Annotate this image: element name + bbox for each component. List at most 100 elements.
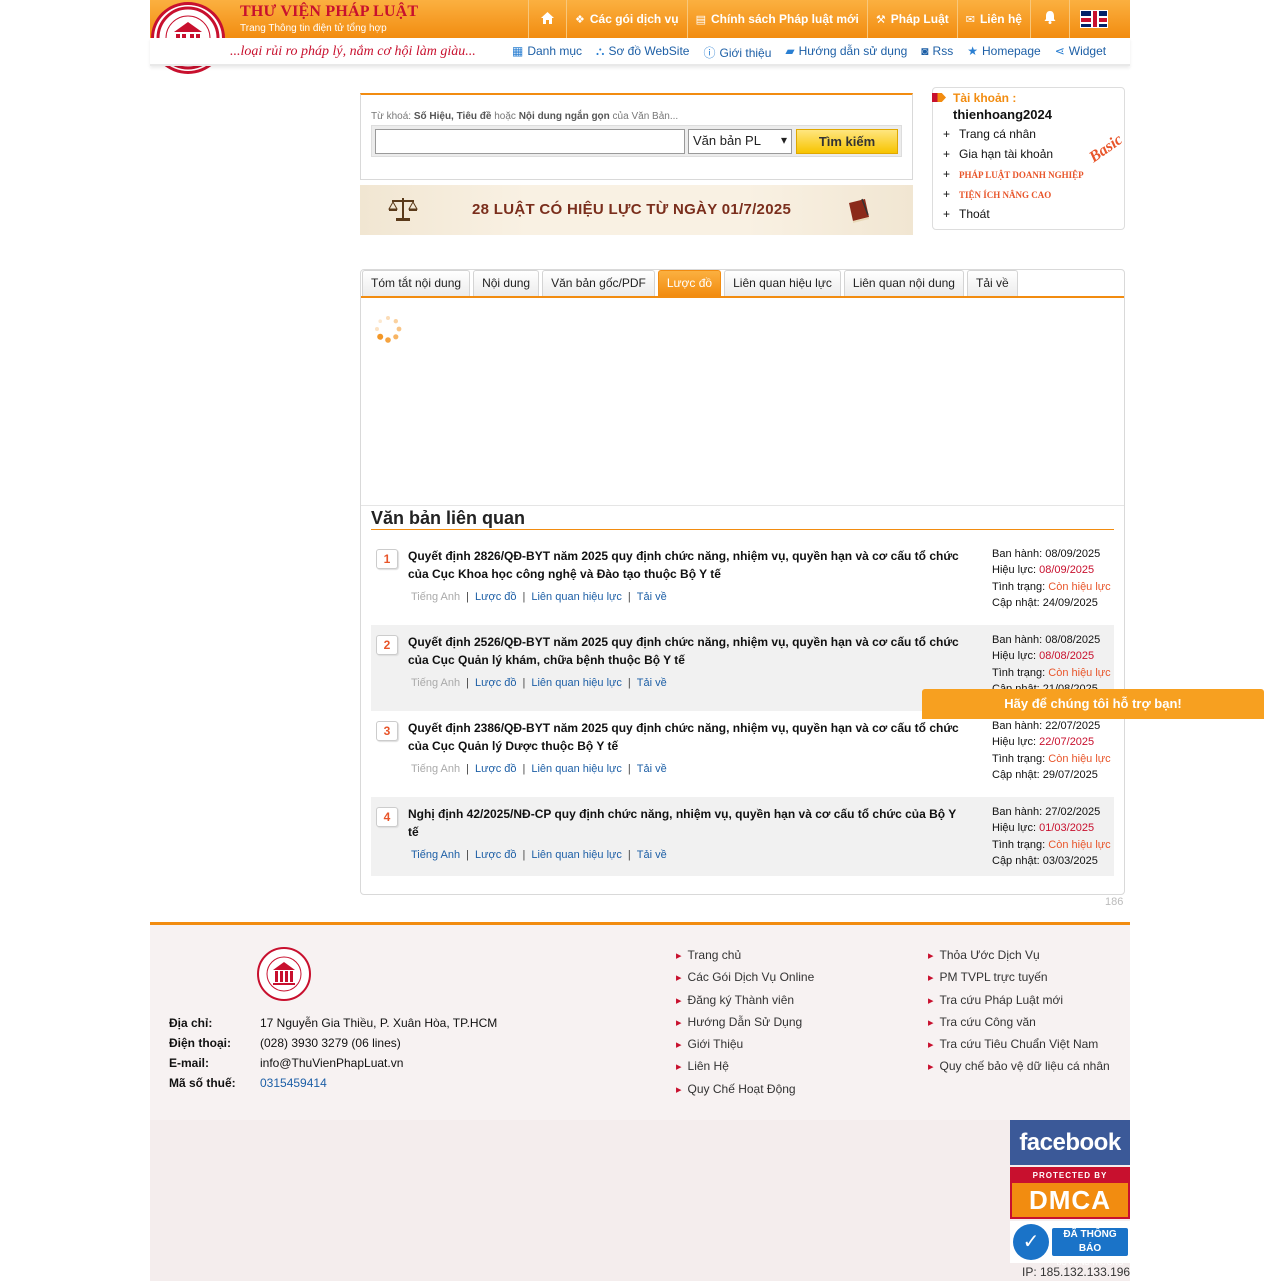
main-menu: ❖ Các gói dịch vụ ▤ Chính sách Pháp luật… [528, 0, 1118, 38]
related-doc-meta: Ban hành: 08/09/2025 Hiệu lực: 08/09/202… [992, 548, 1111, 609]
account-box: Tài khoản : thienhoang2024 Basic + Trang … [932, 87, 1126, 230]
sublink-sitemap[interactable]: ⛬ Sơ đồ WebSite [596, 44, 689, 61]
menu-home[interactable] [528, 0, 566, 38]
footer-link[interactable]: Giới Thiệu [676, 1033, 814, 1055]
list-icon: ▦ [512, 44, 524, 58]
account-username[interactable]: thienhoang2024 [953, 107, 1052, 122]
link-diagram[interactable]: Lược đồ [475, 763, 517, 775]
footer-link[interactable]: Trang chủ [676, 944, 814, 966]
tab-content[interactable]: Nội dung [473, 270, 540, 296]
account-item-advanced-tools[interactable]: + TIỆN ÍCH NÂNG CAO [943, 184, 1084, 204]
menu-law[interactable]: ⚒ Pháp Luật [866, 0, 957, 38]
menu-label: Liên hệ [979, 12, 1022, 26]
link-related-validity[interactable]: Liên quan hiệu lực [531, 763, 622, 775]
visit-counter: 186 [1105, 896, 1124, 908]
footer-link[interactable]: Tra cứu Pháp Luật mới [928, 989, 1110, 1011]
tab-related-validity[interactable]: Liên quan hiệu lực [724, 270, 841, 296]
bct-text: ĐÃ THÔNG BÁO BỘ CÔNG THƯƠNG [1052, 1228, 1128, 1267]
related-doc-meta: Ban hành: 27/02/2025 Hiệu lực: 01/03/202… [992, 806, 1111, 867]
facebook-badge[interactable]: facebook [1010, 1120, 1130, 1165]
link-diagram[interactable]: Lược đồ [475, 591, 517, 603]
link-download[interactable]: Tải về [637, 677, 667, 689]
item-number: 4 [376, 807, 398, 827]
account-item-logout[interactable]: + Thoát [943, 204, 1084, 224]
menu-contact[interactable]: ✉ Liên hệ [956, 0, 1030, 38]
tab-original-pdf[interactable]: Văn bản gốc/PDF [542, 270, 655, 296]
menu-new-policies[interactable]: ▤ Chính sách Pháp luật mới [686, 0, 867, 38]
footer-tax-code: Mã số thuế: 0315459414 [169, 1076, 327, 1090]
footer-link[interactable]: Quy chế bảo vệ dữ liệu cá nhân [928, 1055, 1110, 1077]
account-menu: + Trang cá nhân + Gia hạn tài khoản + PHÁP … [943, 124, 1084, 224]
link-diagram[interactable]: Lược đồ [475, 677, 517, 689]
link-download[interactable]: Tải về [637, 849, 667, 861]
banner-text: 28 LUẬT CÓ HIỆU LỰC TỪ NGÀY 01/7/2025 [472, 201, 792, 218]
list-item: 3 Quyết định 2386/QĐ-BYT năm 2025 quy đị… [371, 711, 1114, 797]
footer-phone: Điện thoại: (028) 3930 3279 (06 lines) [169, 1036, 401, 1050]
footer-link[interactable]: Hướng Dẫn Sử Dụng [676, 1011, 814, 1033]
footer-links-col2: Thỏa Ước Dịch Vụ PM TVPL trực tuyến Tra … [928, 944, 1110, 1078]
sub-links: ▦ Danh mục ⛬ Sơ đồ WebSite ⓘ Giới thiệu ▰ Hư… [512, 44, 1106, 61]
footer-link[interactable]: Tra cứu Công văn [928, 1011, 1110, 1033]
account-item-renew[interactable]: + Gia hạn tài khoản [943, 144, 1084, 164]
related-doc-meta: Ban hành: 08/08/2025 Hiệu lực: 08/08/202… [992, 634, 1111, 695]
brand-subtitle: Trang Thông tin điện tử tổng hợp [240, 23, 387, 34]
link-english[interactable]: Tiếng Anh [411, 849, 460, 861]
tab-summary[interactable]: Tóm tắt nội dung [362, 270, 471, 296]
link-diagram[interactable]: Lược đồ [475, 849, 517, 861]
account-item-profile[interactable]: + Trang cá nhân [943, 124, 1084, 144]
sublink-homepage[interactable]: ★ Homepage [967, 44, 1040, 61]
related-doc-title[interactable]: Nghị định 42/2025/NĐ-CP quy định chức nă… [408, 805, 968, 841]
link-english: Tiếng Anh [411, 677, 461, 689]
search-box: Từ khoá: Số Hiệu, Tiêu đề hoặc Nội dung … [360, 93, 913, 180]
document-panel: Tóm tắt nội dung Nội dung Văn bản gốc/PD… [360, 269, 1125, 895]
footer-email: E-mail: info@ThuVienPhapLuat.vn [169, 1056, 404, 1070]
plan-badge: Basic [1086, 131, 1126, 167]
footer-link[interactable]: Tra cứu Tiêu Chuẩn Việt Nam [928, 1033, 1110, 1055]
footer-contact-info: Địa chỉ: 17 Nguyễn Gia Thiều, P. Xuân Hòa… [169, 1013, 497, 1093]
search-row: Văn bản PL Tìm kiếm [371, 125, 902, 157]
link-english: Tiếng Anh [411, 591, 461, 603]
link-related-validity[interactable]: Liên quan hiệu lực [531, 591, 622, 603]
footer-link[interactable]: Thỏa Ước Dịch Vụ [928, 944, 1110, 966]
scales-icon [388, 198, 418, 221]
footer-logo[interactable] [257, 947, 311, 1001]
sublink-rss[interactable]: ◙ Rss [921, 44, 953, 61]
tab-diagram[interactable]: Lược đồ [657, 270, 722, 296]
support-chat-button[interactable]: Hãy để chúng tôi hỗ trợ bạn! [922, 689, 1264, 719]
sublink-widget[interactable]: ⋖ Widget [1055, 44, 1106, 61]
item-number: 2 [376, 635, 398, 655]
dmca-badge[interactable]: PROTECTED BY DMCA [1010, 1167, 1130, 1219]
link-download[interactable]: Tải về [637, 763, 667, 775]
sublink-catalog[interactable]: ▦ Danh mục [512, 44, 582, 61]
sublink-guide[interactable]: ▰ Hướng dẫn sử dụng [785, 44, 907, 61]
promo-banner[interactable]: 28 LUẬT CÓ HIỆU LỰC TỪ NGÀY 01/7/2025 [360, 185, 913, 235]
footer-link[interactable]: PM TVPL trực tuyến [928, 966, 1110, 988]
account-item-business-law[interactable]: + PHÁP LUẬT DOANH NGHIỆP [943, 164, 1084, 184]
ministry-registration-badge[interactable]: ✓ ĐÃ THÔNG BÁO BỘ CÔNG THƯƠNG [1010, 1221, 1130, 1267]
tab-download[interactable]: Tải về [966, 270, 1018, 296]
rss-icon: ◙ [921, 44, 929, 58]
footer-link[interactable]: Quy Chế Hoạt Động [676, 1078, 814, 1100]
link-related-validity[interactable]: Liên quan hiệu lực [531, 677, 622, 689]
brand-title[interactable]: THƯ VIỆN PHÁP LUẬT [240, 3, 418, 21]
tab-related-content[interactable]: Liên quan nội dung [843, 270, 964, 296]
footer-link[interactable]: Đăng ký Thành viên [676, 989, 814, 1011]
related-doc-title[interactable]: Quyết định 2526/QĐ-BYT năm 2025 quy định… [408, 633, 968, 669]
document-type-select[interactable]: Văn bản PL [688, 129, 792, 154]
related-doc-title[interactable]: Quyết định 2386/QĐ-BYT năm 2025 quy định… [408, 719, 968, 755]
footer-link[interactable]: Các Gói Dịch Vụ Online [676, 966, 815, 988]
footer-link[interactable]: Liên Hệ [676, 1055, 814, 1077]
search-button[interactable]: Tìm kiếm [796, 129, 898, 154]
link-related-validity[interactable]: Liên quan hiệu lực [531, 849, 622, 861]
sublink-about[interactable]: ⓘ Giới thiệu [703, 44, 771, 61]
item-number: 3 [376, 721, 398, 741]
link-download[interactable]: Tải về [637, 591, 667, 603]
search-input[interactable] [375, 129, 685, 154]
menu-language[interactable] [1068, 0, 1118, 38]
related-doc-title[interactable]: Quyết định 2826/QĐ-BYT năm 2025 quy định… [408, 547, 968, 583]
menu-service-packages[interactable]: ❖ Các gói dịch vụ [566, 0, 687, 38]
dmca-top-text: PROTECTED BY [1012, 1169, 1128, 1183]
menu-notifications[interactable] [1029, 0, 1069, 38]
related-doc-links: Tiếng Anh | Lược đồ | Liên quan hiệu lực | Tải… [411, 849, 667, 861]
search-hint: Từ khoá: Số Hiệu, Tiêu đề hoặc Nội dung … [371, 111, 679, 122]
